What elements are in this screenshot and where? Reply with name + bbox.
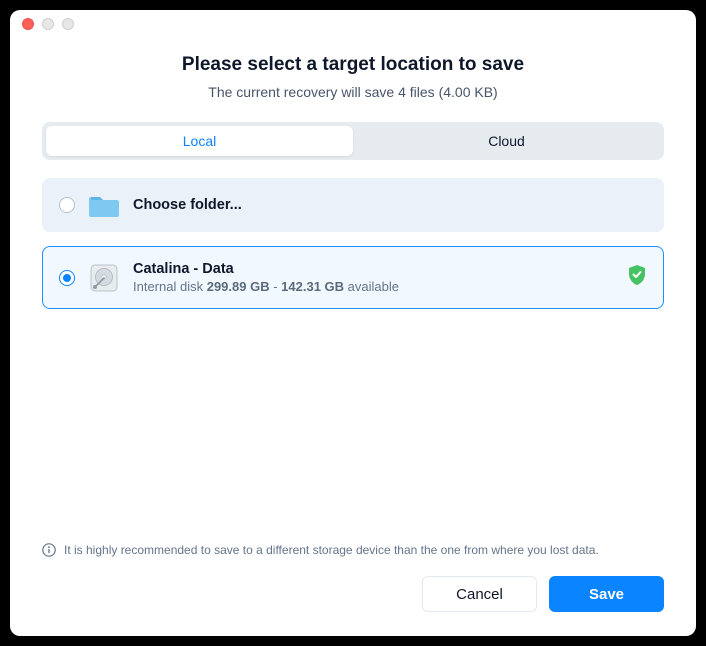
location-options: Choose folder... Catalina - Data [42, 178, 664, 538]
option-choose-folder[interactable]: Choose folder... [42, 178, 664, 232]
save-button[interactable]: Save [549, 576, 664, 612]
option-disk-details: Internal disk 299.89 GB - 142.31 GB avai… [133, 279, 613, 294]
close-window-button[interactable] [22, 18, 34, 30]
option-disk-text: Catalina - Data Internal disk 299.89 GB … [133, 261, 613, 294]
tab-local[interactable]: Local [46, 126, 353, 156]
location-tabs: Local Cloud [42, 122, 664, 160]
option-folder-text: Choose folder... [133, 197, 647, 213]
dialog-window: Please select a target location to save … [10, 10, 696, 636]
disk-total: 299.89 GB [207, 279, 270, 294]
option-disk-catalina[interactable]: Catalina - Data Internal disk 299.89 GB … [42, 246, 664, 309]
folder-icon [89, 193, 119, 217]
hard-disk-icon [89, 263, 119, 293]
info-icon [42, 543, 56, 562]
disk-type: Internal disk [133, 279, 203, 294]
dialog-title: Please select a target location to save [34, 54, 672, 76]
option-disk-name: Catalina - Data [133, 261, 613, 277]
dialog-content: Local Cloud Choose folder... [10, 106, 696, 576]
cancel-button[interactable]: Cancel [422, 576, 537, 612]
titlebar [10, 10, 696, 38]
fullscreen-window-button[interactable] [62, 18, 74, 30]
dialog-header: Please select a target location to save … [10, 38, 696, 106]
disk-available-suffix: available [348, 279, 399, 294]
disk-available: 142.31 GB [281, 279, 344, 294]
dialog-subtitle: The current recovery will save 4 files (… [34, 84, 672, 100]
dialog-footer: Cancel Save [10, 576, 696, 636]
recommendation-hint: It is highly recommended to save to a di… [42, 538, 664, 576]
option-folder-label: Choose folder... [133, 197, 647, 213]
disk-sep: - [273, 279, 281, 294]
minimize-window-button[interactable] [42, 18, 54, 30]
radio-choose-folder[interactable] [59, 197, 75, 213]
verified-shield-icon [627, 264, 647, 291]
hint-text: It is highly recommended to save to a di… [64, 542, 599, 559]
radio-disk-catalina[interactable] [59, 270, 75, 286]
tab-cloud[interactable]: Cloud [353, 126, 660, 156]
